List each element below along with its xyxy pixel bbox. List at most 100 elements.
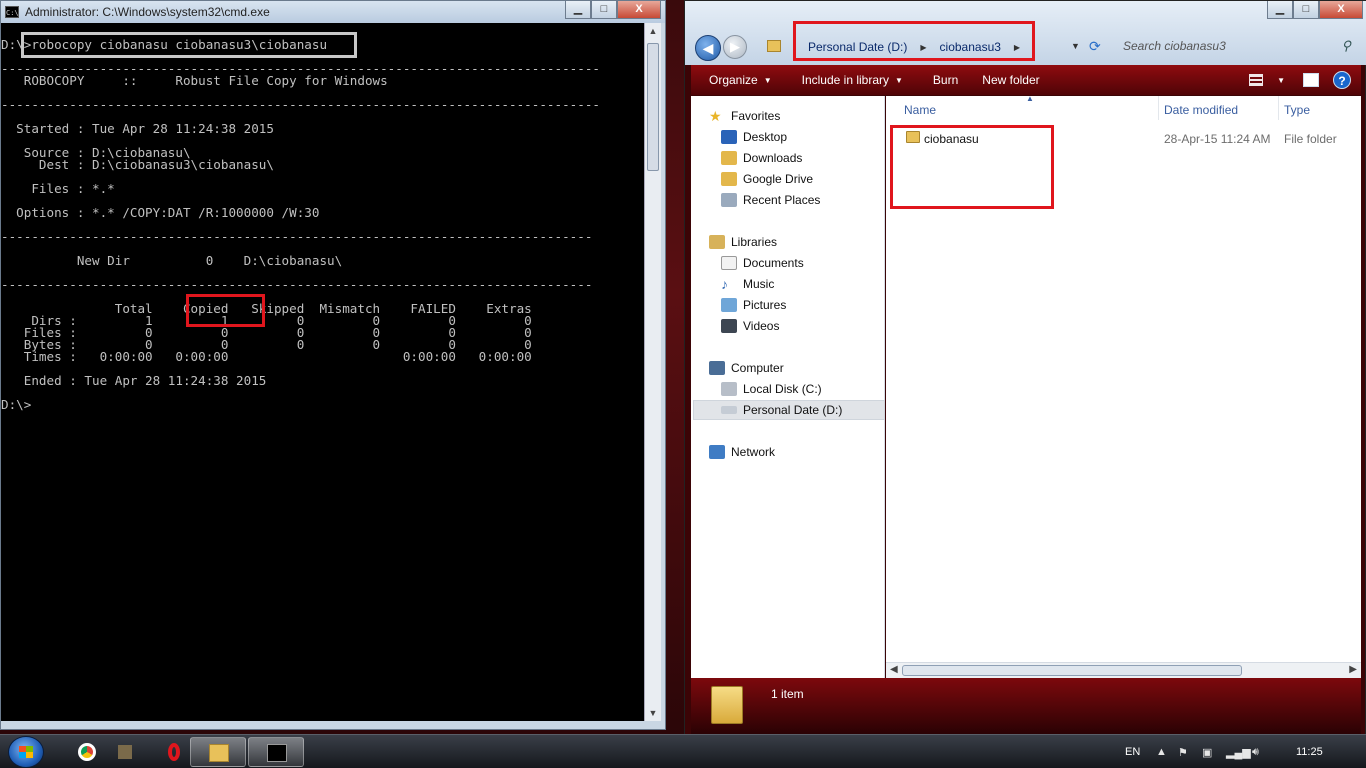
explorer-window-controls: ▁ □ X [1267,1,1363,19]
cmd-window[interactable]: C:\ Administrator: C:\Windows\system32\c… [0,0,666,730]
sidebar-item-desktop[interactable]: Desktop [721,127,787,147]
cmd-titlebar[interactable]: C:\ Administrator: C:\Windows\system32\c… [1,1,665,23]
sidebar-item-favorites[interactable]: ★ Favorites [709,106,780,126]
cmd-console-output[interactable]: D:\> Ended : Tue Apr 28 11:24:38 2015 Ti… [1,23,644,721]
address-folder-icon [767,40,781,52]
taskbar-cmd-button[interactable] [248,737,304,767]
console-line: New Dir 0 D:\ciobanasu\ [1,253,343,268]
sidebar-item-label: Documents [743,256,804,270]
organize-menu[interactable]: Organize ▼ [709,73,772,87]
console-line: Files : 0 0 0 0 0 0 [1,325,532,340]
scrollbar-thumb[interactable] [647,43,659,171]
sidebar-item-music[interactable]: ♪ Music [721,274,774,294]
search-input[interactable]: Search ciobanasu3 ⚲ [1117,35,1357,57]
explorer-maximize-button[interactable]: □ [1293,1,1319,19]
console-line: ----------------------------------------… [1,61,600,76]
safely-remove-hardware-icon[interactable]: ▣ [1202,746,1212,759]
sidebar-item-computer[interactable]: Computer [709,358,784,378]
change-view-icon[interactable] [1249,74,1264,86]
volume-icon[interactable]: 🔊︎ [1252,746,1259,759]
cmd-app-icon[interactable]: C:\ [5,6,19,18]
taskbar-explorer-button[interactable] [190,737,246,767]
column-divider[interactable] [1158,96,1159,120]
back-arrow-icon[interactable]: ◀ [695,35,721,61]
help-icon[interactable]: ? [1333,71,1351,89]
sidebar-item-videos[interactable]: Videos [721,316,779,336]
new-folder-button[interactable]: New folder [982,73,1039,87]
network-signal-icon[interactable]: ▂▄▆ [1226,746,1251,759]
burn-button[interactable]: Burn [933,73,958,87]
column-divider[interactable] [1278,96,1279,120]
scroll-right-arrow-icon[interactable]: ▶ [1349,664,1357,675]
refresh-icon[interactable]: ⟳ [1089,38,1101,55]
explorer-titlebar[interactable]: ▁ □ X ◀ ▶ Personal Date (D:) ▶ ciobanasu… [685,1,1366,65]
explorer-window[interactable]: ▁ □ X ◀ ▶ Personal Date (D:) ▶ ciobanasu… [684,0,1366,738]
folder-large-icon [711,686,743,724]
sidebar-item-documents[interactable]: Documents [721,253,804,273]
windows-logo-icon [19,752,33,758]
sidebar-item-label: Music [743,277,775,291]
opera-icon [168,743,180,761]
sidebar-item-label: Personal Date (D:) [743,403,843,417]
preview-pane-icon[interactable] [1303,73,1319,87]
console-line: Options : *.* /COPY:DAT /R:1000000 /W:30 [1,205,320,220]
navigation-pane: ★ Favorites Desktop Downloads Google Dri… [691,96,885,678]
explorer-close-button[interactable]: X [1319,1,1363,19]
cmd-vertical-scrollbar[interactable]: ▲ ▼ [644,23,661,721]
sidebar-item-personal-date[interactable]: Personal Date (D:) [721,400,842,420]
details-pane: 1 item [691,678,1361,734]
console-line: Ended : Tue Apr 28 11:24:38 2015 [1,373,267,388]
minimize-button[interactable]: ▁ [565,1,591,19]
documents-icon [721,256,737,270]
network-icon [709,445,725,459]
sidebar-item-label: Computer [731,361,784,375]
sidebar-item-network[interactable]: Network [709,442,775,462]
show-hidden-icons-icon[interactable]: ▲ [1156,746,1167,758]
horizontal-scrollbar[interactable]: ◀ ▶ [886,662,1361,678]
sidebar-item-label: Desktop [743,130,788,144]
file-list[interactable]: Name ▲ Date modified Type ciobanasu 28-A… [886,94,1361,678]
sidebar-item-google-drive[interactable]: Google Drive [721,169,813,189]
address-dropdown-icon[interactable]: ▼ [1071,41,1080,51]
chevron-down-icon: ▼ [895,75,903,85]
media-player-icon [118,745,132,759]
scroll-left-arrow-icon[interactable]: ◀ [890,664,898,675]
column-header-name[interactable]: Name [904,103,936,117]
start-button[interactable] [8,736,44,768]
explorer-minimize-button[interactable]: ▁ [1267,1,1293,19]
pictures-icon [721,298,737,312]
sidebar-item-libraries[interactable]: Libraries [709,232,777,252]
include-in-library-menu[interactable]: Include in library ▼ [802,73,903,87]
language-indicator[interactable]: EN [1125,735,1140,768]
scroll-down-arrow-icon[interactable]: ▼ [645,705,661,721]
console-line: Bytes : 0 0 0 0 0 0 [1,337,532,352]
search-icon[interactable]: ⚲ [1341,38,1351,54]
maximize-button[interactable]: □ [591,1,617,19]
sidebar-item-downloads[interactable]: Downloads [721,148,802,168]
local-disk-icon [721,382,737,396]
downloads-folder-icon [721,151,737,165]
explorer-command-bar: Organize ▼ Include in library ▼ Burn New… [691,65,1361,95]
column-header-date-modified[interactable]: Date modified [1164,103,1238,117]
close-button[interactable]: X [617,1,661,19]
forward-arrow-icon[interactable]: ▶ [723,35,747,59]
recent-places-icon [721,193,737,207]
sidebar-item-recent-places[interactable]: Recent Places [721,190,820,210]
sidebar-item-pictures[interactable]: Pictures [721,295,786,315]
action-center-flag-icon[interactable]: ⚑ [1178,746,1188,759]
clock-time[interactable]: 11:25 [1296,735,1323,768]
sidebar-item-local-disk[interactable]: Local Disk (C:) [721,379,822,399]
console-line: ----------------------------------------… [1,97,600,112]
console-line: ----------------------------------------… [1,277,593,292]
scrollbar-thumb[interactable] [902,665,1242,676]
view-dropdown-icon[interactable]: ▼ [1277,76,1285,85]
cmd-window-title: Administrator: C:\Windows\system32\cmd.e… [25,5,270,19]
console-line: ROBOCOPY :: Robust File Copy for Windows [1,73,388,88]
chevron-down-icon: ▼ [763,75,772,85]
console-line: Dirs : 1 1 0 0 0 0 [1,313,532,328]
column-header-type[interactable]: Type [1284,103,1310,117]
include-in-library-label: Include in library [801,73,889,87]
address-highlight-box [793,21,1035,61]
search-placeholder: Search ciobanasu3 [1123,39,1226,53]
scroll-up-arrow-icon[interactable]: ▲ [645,23,661,39]
